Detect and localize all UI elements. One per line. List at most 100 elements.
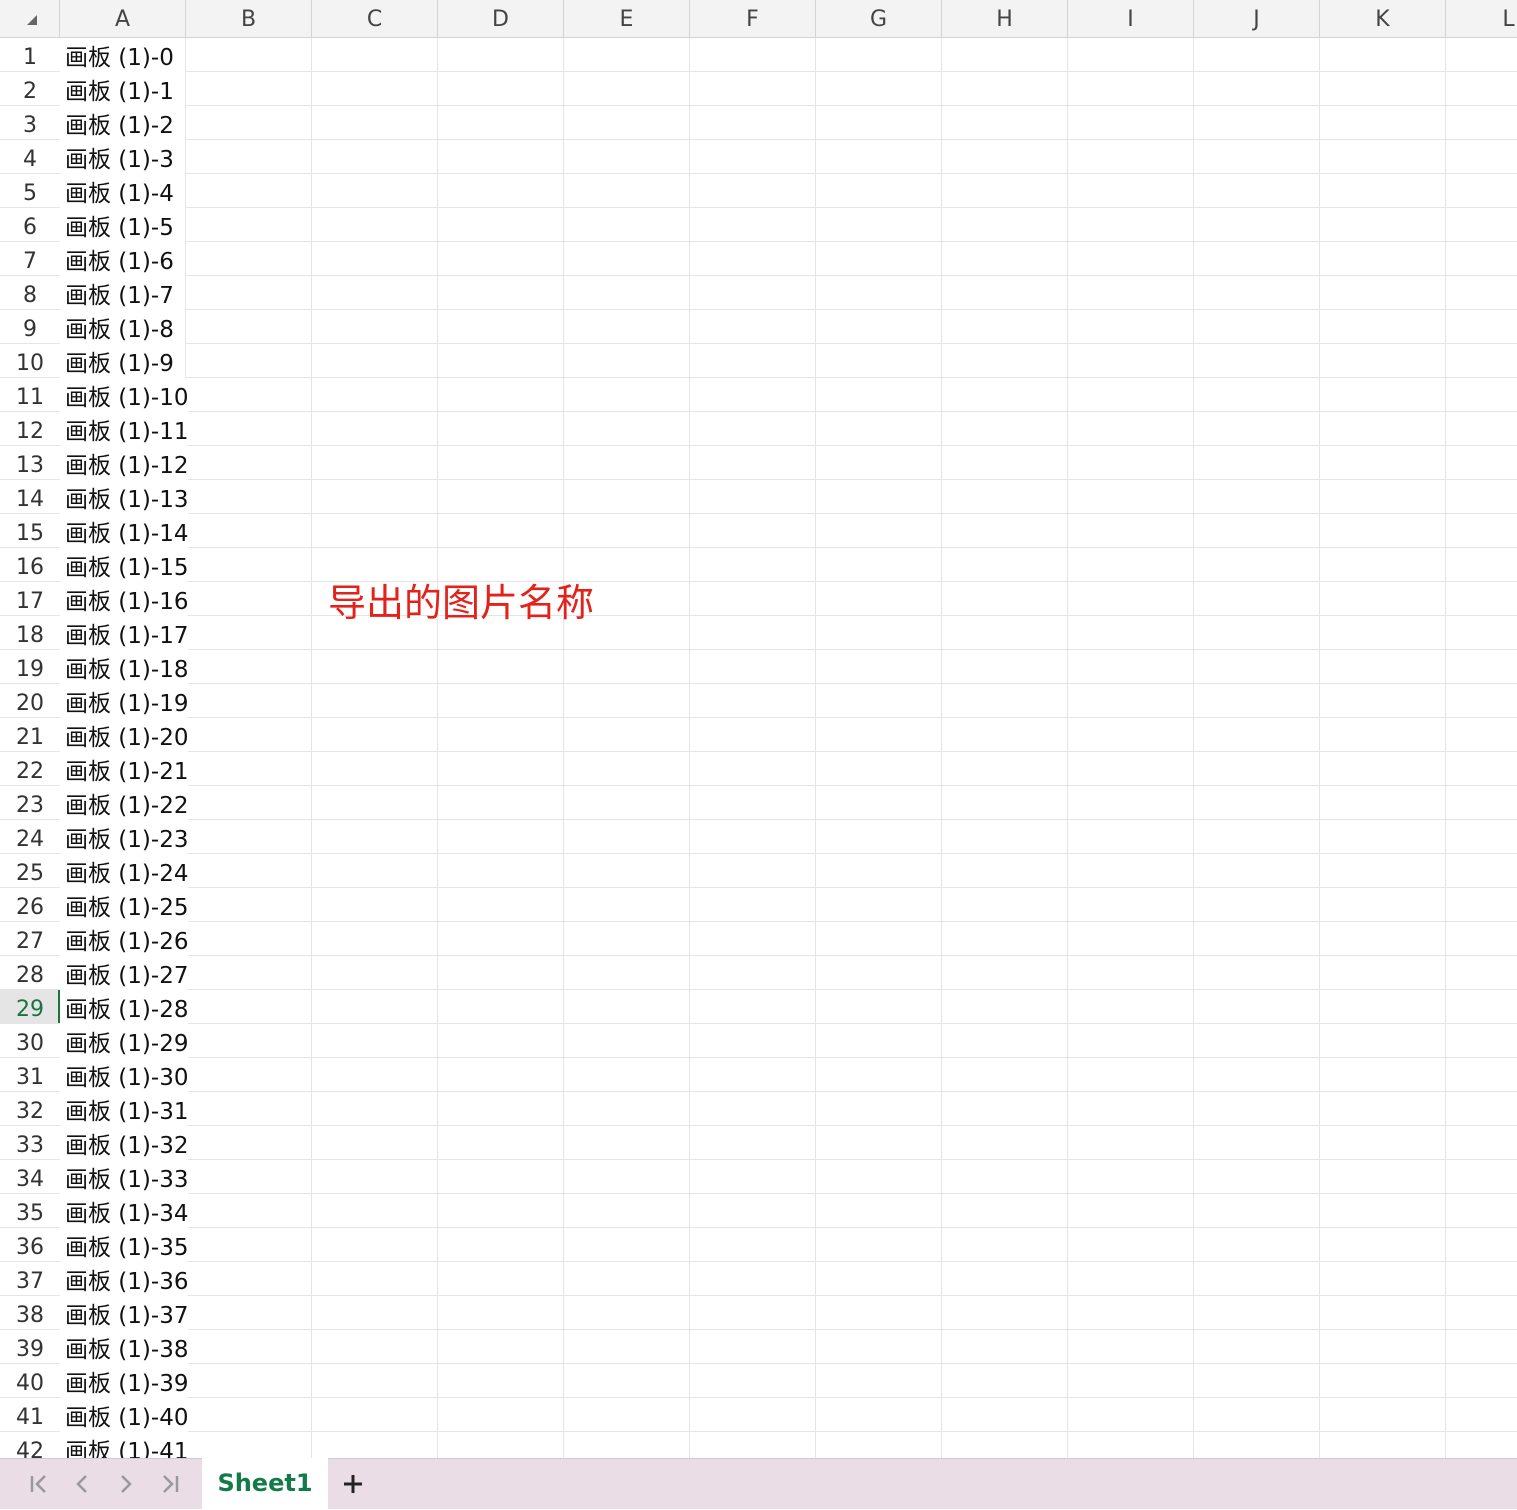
row-header[interactable]: 39 [0, 1330, 60, 1364]
cell-a[interactable]: 画板 (1)-16 [60, 582, 189, 616]
row-header[interactable]: 14 [0, 480, 60, 514]
cell-a[interactable]: 画板 (1)-41 [60, 1432, 189, 1458]
cell-a[interactable]: 画板 (1)-2 [60, 106, 185, 140]
row-header[interactable]: 13 [0, 446, 60, 480]
cell-a[interactable]: 画板 (1)-32 [60, 1126, 189, 1160]
cell-a[interactable]: 画板 (1)-21 [60, 752, 189, 786]
row-header[interactable]: 28 [0, 956, 60, 990]
prev-sheet-button[interactable] [67, 1469, 97, 1499]
cell-a[interactable]: 画板 (1)-1 [60, 72, 185, 106]
column-header-c[interactable]: C [312, 0, 438, 37]
row-header[interactable]: 3 [0, 106, 60, 140]
cell-a[interactable]: 画板 (1)-8 [60, 310, 185, 344]
column-header-d[interactable]: D [438, 0, 564, 37]
cell-a[interactable]: 画板 (1)-6 [60, 242, 185, 276]
cell-a[interactable]: 画板 (1)-37 [60, 1296, 189, 1330]
row-header[interactable]: 16 [0, 548, 60, 582]
cell-a[interactable]: 画板 (1)-27 [60, 956, 189, 990]
cell-a[interactable]: 画板 (1)-14 [60, 514, 189, 548]
cell-a[interactable]: 画板 (1)-31 [60, 1092, 189, 1126]
cell-a[interactable]: 画板 (1)-35 [60, 1228, 189, 1262]
row-header[interactable]: 4 [0, 140, 60, 174]
cell-a[interactable]: 画板 (1)-4 [60, 174, 185, 208]
cell-a[interactable]: 画板 (1)-10 [60, 378, 189, 412]
row-header[interactable]: 24 [0, 820, 60, 854]
column-header-g[interactable]: G [816, 0, 942, 37]
row-header[interactable]: 17 [0, 582, 60, 616]
row-header[interactable]: 20 [0, 684, 60, 718]
cell-a[interactable]: 画板 (1)-28 [60, 990, 189, 1024]
row-header[interactable]: 29 [0, 990, 60, 1024]
row-header[interactable]: 40 [0, 1364, 60, 1398]
cell-a[interactable]: 画板 (1)-17 [60, 616, 189, 650]
cell-a[interactable]: 画板 (1)-13 [60, 480, 189, 514]
row-header[interactable]: 2 [0, 72, 60, 106]
first-sheet-button[interactable] [24, 1469, 54, 1499]
column-header-i[interactable]: I [1068, 0, 1194, 37]
row-header[interactable]: 25 [0, 854, 60, 888]
column-header-l[interactable]: L [1446, 0, 1517, 37]
row-header[interactable]: 31 [0, 1058, 60, 1092]
row-header[interactable]: 9 [0, 310, 60, 344]
cell-a[interactable]: 画板 (1)-26 [60, 922, 189, 956]
row-header[interactable]: 10 [0, 344, 60, 378]
cell-a[interactable]: 画板 (1)-40 [60, 1398, 189, 1432]
row-header[interactable]: 32 [0, 1092, 60, 1126]
cell-a[interactable]: 画板 (1)-0 [60, 38, 185, 72]
row-header[interactable]: 27 [0, 922, 60, 956]
last-sheet-button[interactable] [155, 1469, 185, 1499]
cell-a[interactable]: 画板 (1)-29 [60, 1024, 189, 1058]
cell-a[interactable]: 画板 (1)-36 [60, 1262, 189, 1296]
column-header-a[interactable]: A [60, 0, 186, 37]
row-header[interactable]: 11 [0, 378, 60, 412]
row-header[interactable]: 36 [0, 1228, 60, 1262]
cell-grid[interactable]: 画板 (1)-0 画板 (1)-1 画板 (1)-2 画板 (1)-3 画板 (1)-4… [60, 38, 1517, 1458]
cell-a[interactable]: 画板 (1)-23 [60, 820, 189, 854]
row-header[interactable]: 22 [0, 752, 60, 786]
row-header[interactable]: 41 [0, 1398, 60, 1432]
cell-a[interactable]: 画板 (1)-5 [60, 208, 185, 242]
row-header[interactable]: 19 [0, 650, 60, 684]
cell-a[interactable]: 画板 (1)-33 [60, 1160, 189, 1194]
column-header-k[interactable]: K [1320, 0, 1446, 37]
cell-a[interactable]: 画板 (1)-9 [60, 344, 185, 378]
cell-a[interactable]: 画板 (1)-30 [60, 1058, 189, 1092]
column-header-f[interactable]: F [690, 0, 816, 37]
cell-a[interactable]: 画板 (1)-18 [60, 650, 189, 684]
row-header[interactable]: 8 [0, 276, 60, 310]
cell-a[interactable]: 画板 (1)-22 [60, 786, 189, 820]
cell-a[interactable]: 画板 (1)-24 [60, 854, 189, 888]
next-sheet-button[interactable] [111, 1469, 141, 1499]
cell-a[interactable]: 画板 (1)-19 [60, 684, 189, 718]
cell-a[interactable]: 画板 (1)-3 [60, 140, 185, 174]
row-header[interactable]: 33 [0, 1126, 60, 1160]
cell-a[interactable]: 画板 (1)-39 [60, 1364, 189, 1398]
column-header-j[interactable]: J [1194, 0, 1320, 37]
row-header[interactable]: 1 [0, 38, 60, 72]
cell-a[interactable]: 画板 (1)-15 [60, 548, 189, 582]
cell-a[interactable]: 画板 (1)-12 [60, 446, 189, 480]
row-header[interactable]: 7 [0, 242, 60, 276]
column-header-h[interactable]: H [942, 0, 1068, 37]
cell-a[interactable]: 画板 (1)-7 [60, 276, 185, 310]
row-header[interactable]: 34 [0, 1160, 60, 1194]
cell-a[interactable]: 画板 (1)-34 [60, 1194, 189, 1228]
select-all-corner[interactable] [0, 0, 60, 38]
row-header[interactable]: 37 [0, 1262, 60, 1296]
cell-a[interactable]: 画板 (1)-25 [60, 888, 189, 922]
row-header[interactable]: 12 [0, 412, 60, 446]
row-header[interactable]: 18 [0, 616, 60, 650]
row-header[interactable]: 6 [0, 208, 60, 242]
cell-a[interactable]: 画板 (1)-11 [60, 412, 189, 446]
row-header[interactable]: 15 [0, 514, 60, 548]
column-header-e[interactable]: E [564, 0, 690, 37]
row-header[interactable]: 42 [0, 1432, 60, 1458]
row-header[interactable]: 5 [0, 174, 60, 208]
row-header[interactable]: 23 [0, 786, 60, 820]
row-header[interactable]: 38 [0, 1296, 60, 1330]
row-header[interactable]: 21 [0, 718, 60, 752]
row-header[interactable]: 26 [0, 888, 60, 922]
add-sheet-button[interactable] [338, 1468, 368, 1500]
column-header-b[interactable]: B [186, 0, 312, 37]
row-header[interactable]: 30 [0, 1024, 60, 1058]
